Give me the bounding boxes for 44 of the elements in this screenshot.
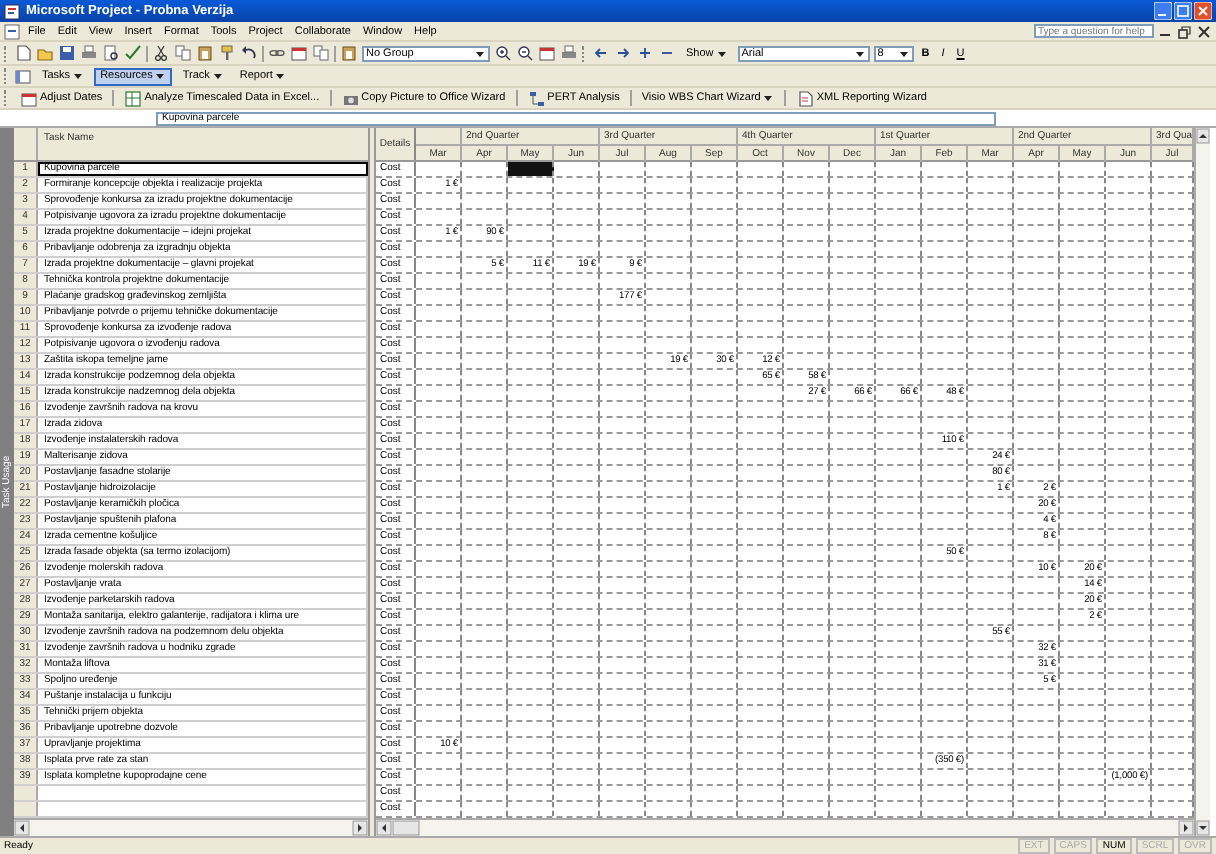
app-icon bbox=[4, 3, 20, 19]
print-preview-icon[interactable] bbox=[102, 44, 120, 62]
print-icon[interactable] bbox=[560, 44, 578, 62]
paste-icon[interactable] bbox=[340, 44, 358, 62]
link-icon[interactable] bbox=[268, 44, 286, 62]
calendar-icon[interactable] bbox=[290, 44, 308, 62]
guide-icon[interactable] bbox=[14, 67, 32, 85]
scroll-thumb-icon[interactable] bbox=[392, 820, 420, 836]
spelling-icon[interactable] bbox=[124, 44, 142, 62]
arrow-left-icon[interactable] bbox=[592, 44, 610, 62]
restore-icon[interactable] bbox=[1176, 23, 1192, 39]
maximize-icon[interactable] bbox=[1174, 2, 1192, 20]
copy-icon[interactable] bbox=[312, 44, 330, 62]
cut-icon[interactable] bbox=[152, 44, 170, 62]
caret-icon[interactable] bbox=[853, 47, 866, 59]
project-doc-icon bbox=[4, 23, 20, 39]
format-painter-icon[interactable] bbox=[218, 44, 236, 62]
save-icon[interactable] bbox=[58, 44, 76, 62]
close-icon[interactable] bbox=[1196, 23, 1212, 39]
scroll-down-icon[interactable] bbox=[1196, 820, 1210, 836]
zoom-out-icon[interactable] bbox=[516, 44, 534, 62]
caret-icon[interactable] bbox=[72, 70, 85, 82]
network-icon bbox=[527, 89, 546, 107]
caret-icon[interactable] bbox=[154, 70, 167, 82]
plus-icon[interactable] bbox=[636, 44, 654, 62]
caret-icon[interactable] bbox=[274, 70, 287, 82]
calendar-icon[interactable] bbox=[538, 44, 556, 62]
paste-icon[interactable] bbox=[196, 44, 214, 62]
scroll-left-icon[interactable] bbox=[14, 820, 30, 836]
arrow-right-icon[interactable] bbox=[614, 44, 632, 62]
scroll-right-icon[interactable] bbox=[352, 820, 368, 836]
caret-icon[interactable] bbox=[474, 47, 486, 59]
scroll-up-icon[interactable] bbox=[1196, 128, 1210, 144]
scroll-right-icon[interactable] bbox=[1178, 820, 1194, 836]
caret-icon[interactable] bbox=[211, 70, 224, 82]
zoom-in-icon[interactable] bbox=[494, 44, 512, 62]
caret-icon[interactable] bbox=[762, 92, 775, 104]
undo-icon[interactable] bbox=[240, 44, 258, 62]
print-icon[interactable] bbox=[80, 44, 98, 62]
timescale-cell[interactable] bbox=[508, 162, 554, 176]
caret-icon[interactable] bbox=[715, 47, 728, 59]
caret-icon[interactable] bbox=[897, 47, 910, 59]
scroll-left-icon[interactable] bbox=[376, 820, 392, 836]
new-file-icon[interactable] bbox=[14, 44, 32, 62]
